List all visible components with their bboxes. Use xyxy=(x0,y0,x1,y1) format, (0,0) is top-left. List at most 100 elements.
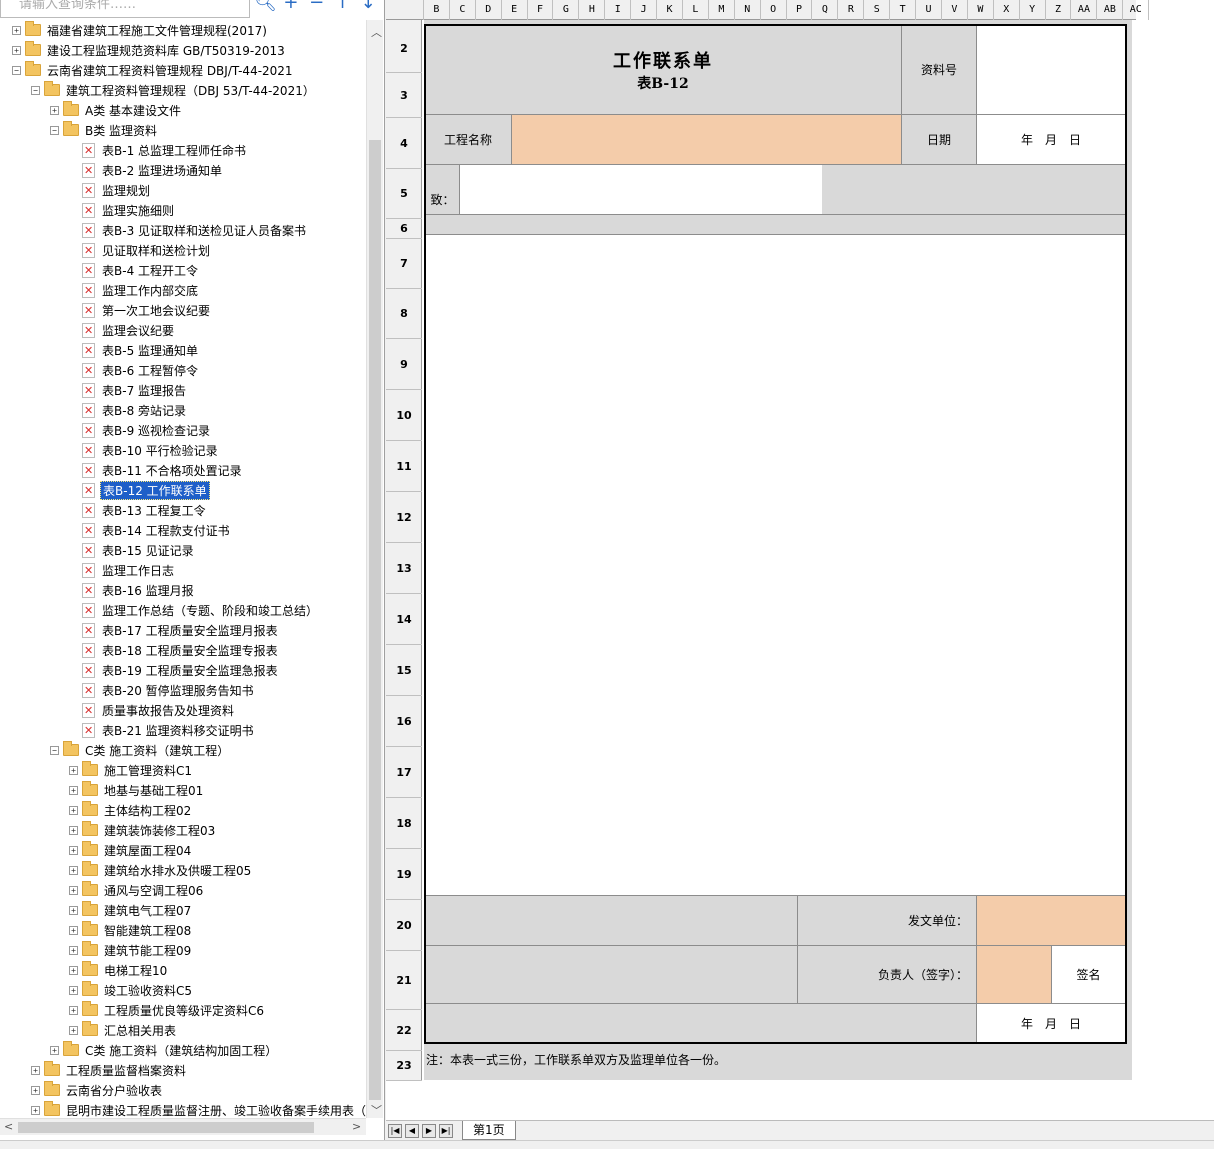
tree-file-node[interactable]: 表B-11 不合格项处置记录 xyxy=(69,460,244,480)
tree-file-node[interactable]: 表B-20 暂停监理服务告知书 xyxy=(69,680,256,700)
collapse-icon[interactable]: − xyxy=(31,85,40,95)
tree-folder-node[interactable]: − C类 施工资料（建筑工程） xyxy=(50,740,231,760)
column-header[interactable]: R xyxy=(838,0,865,20)
tree-horizontal-scrollbar[interactable]: < > xyxy=(0,1118,366,1135)
column-header[interactable]: N xyxy=(735,0,761,20)
tree-vertical-scrollbar[interactable]: ︿ ﹀ xyxy=(366,20,383,1118)
tree-folder-node[interactable]: + 建筑装饰装修工程03 xyxy=(69,820,217,840)
tree-file-node[interactable]: 表B-9 巡视检查记录 xyxy=(69,420,212,440)
tree-folder-node[interactable]: + A类 基本建设文件 xyxy=(50,100,183,120)
tree-file-node[interactable]: 表B-13 工程复工令 xyxy=(69,500,208,520)
tree-file-node[interactable]: 监理工作内部交底 xyxy=(69,280,200,300)
scroll-thumb[interactable] xyxy=(369,140,381,1100)
column-header[interactable]: C xyxy=(450,0,476,20)
tree-file-node[interactable]: 表B-5 监理通知单 xyxy=(69,340,200,360)
row-header[interactable]: 20 xyxy=(386,900,422,951)
row-header[interactable]: 10 xyxy=(386,390,422,441)
tree-folder-node[interactable]: + 云南省分户验收表 xyxy=(31,1080,164,1100)
tree-file-node[interactable]: 表B-21 监理资料移交证明书 xyxy=(69,720,256,740)
tree-file-node[interactable]: 表B-10 平行检验记录 xyxy=(69,440,220,460)
tree-file-node[interactable]: 监理会议纪要 xyxy=(69,320,176,340)
column-header[interactable]: AC xyxy=(1123,0,1150,20)
prev-sheet-icon[interactable]: ◀ xyxy=(405,1124,419,1138)
column-header[interactable]: B xyxy=(424,0,450,20)
search-icon[interactable]: 🔍︎ xyxy=(254,0,277,14)
tree-folder-node[interactable]: + 电梯工程10 xyxy=(69,960,169,980)
row-header[interactable]: 15 xyxy=(386,645,422,696)
tree-folder-node[interactable]: + 地基与基础工程01 xyxy=(69,780,205,800)
plus-icon[interactable]: + xyxy=(280,0,302,14)
expand-icon[interactable]: + xyxy=(69,865,78,875)
tree-file-node[interactable]: 表B-16 监理月报 xyxy=(69,580,196,600)
column-header[interactable]: Z xyxy=(1046,0,1072,20)
expand-icon[interactable]: + xyxy=(69,945,78,955)
tree-file-node[interactable]: 表B-19 工程质量安全监理急报表 xyxy=(69,660,280,680)
tree-file-node[interactable]: 表B-17 工程质量安全监理月报表 xyxy=(69,620,280,640)
expand-icon[interactable]: + xyxy=(31,1065,40,1075)
column-header[interactable]: G xyxy=(554,0,580,20)
tree-folder-node[interactable]: + 工程质量监督档案资料 xyxy=(31,1060,188,1080)
expand-icon[interactable]: + xyxy=(12,45,21,55)
tree-folder-node[interactable]: + 工程质量优良等级评定资料C6 xyxy=(69,1000,266,1020)
row-header[interactable]: 14 xyxy=(386,594,422,645)
tree-folder-node[interactable]: + 建设工程监理规范资料库 GB/T50319-2013 xyxy=(12,40,287,60)
row-header[interactable]: 21 xyxy=(386,951,422,1010)
expand-icon[interactable]: + xyxy=(69,905,78,915)
row-header[interactable]: 11 xyxy=(386,441,422,492)
column-header[interactable]: Y xyxy=(1020,0,1046,20)
sheet-tab[interactable]: 第1页 xyxy=(462,1121,516,1140)
expand-icon[interactable]: + xyxy=(69,825,78,835)
tree-folder-node[interactable]: + 通风与空调工程06 xyxy=(69,880,205,900)
tree-folder-node[interactable]: + 汇总相关用表 xyxy=(69,1020,178,1040)
row-header[interactable]: 22 xyxy=(386,1010,422,1051)
column-header[interactable]: P xyxy=(787,0,813,20)
column-header[interactable]: F xyxy=(528,0,554,20)
row-header[interactable]: 17 xyxy=(386,747,422,798)
row-header[interactable]: 3 xyxy=(386,73,422,118)
column-header[interactable]: AA xyxy=(1072,0,1098,20)
column-header[interactable]: D xyxy=(476,0,502,20)
first-sheet-icon[interactable]: |◀ xyxy=(388,1124,402,1138)
tree-file-node[interactable]: 表B-6 工程暂停令 xyxy=(69,360,200,380)
expand-icon[interactable]: + xyxy=(69,1005,78,1015)
row-header[interactable]: 2 xyxy=(386,24,422,73)
row-header[interactable]: 9 xyxy=(386,339,422,390)
row-header[interactable]: 8 xyxy=(386,289,422,339)
expand-icon[interactable]: + xyxy=(69,1025,78,1035)
tree-folder-node[interactable]: + 建筑电气工程07 xyxy=(69,900,193,920)
expand-icon[interactable]: + xyxy=(69,805,78,815)
expand-icon[interactable]: + xyxy=(50,1045,59,1055)
row-header[interactable]: 16 xyxy=(386,696,422,747)
tree-folder-node[interactable]: + 主体结构工程02 xyxy=(69,800,193,820)
expand-icon[interactable]: + xyxy=(69,765,78,775)
tree-file-node[interactable]: 表B-1 总监理工程师任命书 xyxy=(69,140,248,160)
expand-icon[interactable]: + xyxy=(69,985,78,995)
tree-folder-node[interactable]: + 建筑屋面工程04 xyxy=(69,840,193,860)
tree-folder-node[interactable]: + 建筑给水排水及供暖工程05 xyxy=(69,860,253,880)
search-input[interactable]: 请输入查询条件…… xyxy=(0,0,250,18)
select-all-corner[interactable] xyxy=(386,0,424,20)
tree-folder-node[interactable]: + C类 施工资料（建筑结构加固工程） xyxy=(50,1040,279,1060)
tree-folder-node[interactable]: + 建筑节能工程09 xyxy=(69,940,193,960)
tree-folder-node[interactable]: − B类 监理资料 xyxy=(50,120,159,140)
column-header[interactable]: Q xyxy=(813,0,839,20)
row-header[interactable]: 18 xyxy=(386,798,422,849)
scroll-up-icon[interactable]: ︿ xyxy=(371,24,382,40)
tree-file-node[interactable]: 监理实施细则 xyxy=(69,200,176,220)
tree-folder-node[interactable]: + 福建省建筑工程施工文件管理规程(2017) xyxy=(12,20,269,40)
tree-file-node[interactable]: 表B-12 工作联系单 xyxy=(69,480,210,500)
tree-file-node[interactable]: 监理规划 xyxy=(69,180,152,200)
scroll-down-icon[interactable]: ﹀ xyxy=(371,1102,382,1118)
tree-file-node[interactable]: 表B-3 见证取样和送检见证人员备案书 xyxy=(69,220,308,240)
column-header[interactable]: X xyxy=(994,0,1020,20)
row-header[interactable]: 7 xyxy=(386,239,422,289)
arrow-up-icon[interactable]: ↑ xyxy=(332,0,354,14)
expand-icon[interactable]: + xyxy=(69,965,78,975)
column-header[interactable]: AB xyxy=(1097,0,1124,20)
tree-file-node[interactable]: 表B-15 见证记录 xyxy=(69,540,196,560)
row-header[interactable]: 4 xyxy=(386,118,422,169)
collapse-icon[interactable]: − xyxy=(12,65,21,75)
expand-icon[interactable]: + xyxy=(69,785,78,795)
scroll-right-icon[interactable]: > xyxy=(352,1120,361,1133)
collapse-icon[interactable]: − xyxy=(50,125,59,135)
